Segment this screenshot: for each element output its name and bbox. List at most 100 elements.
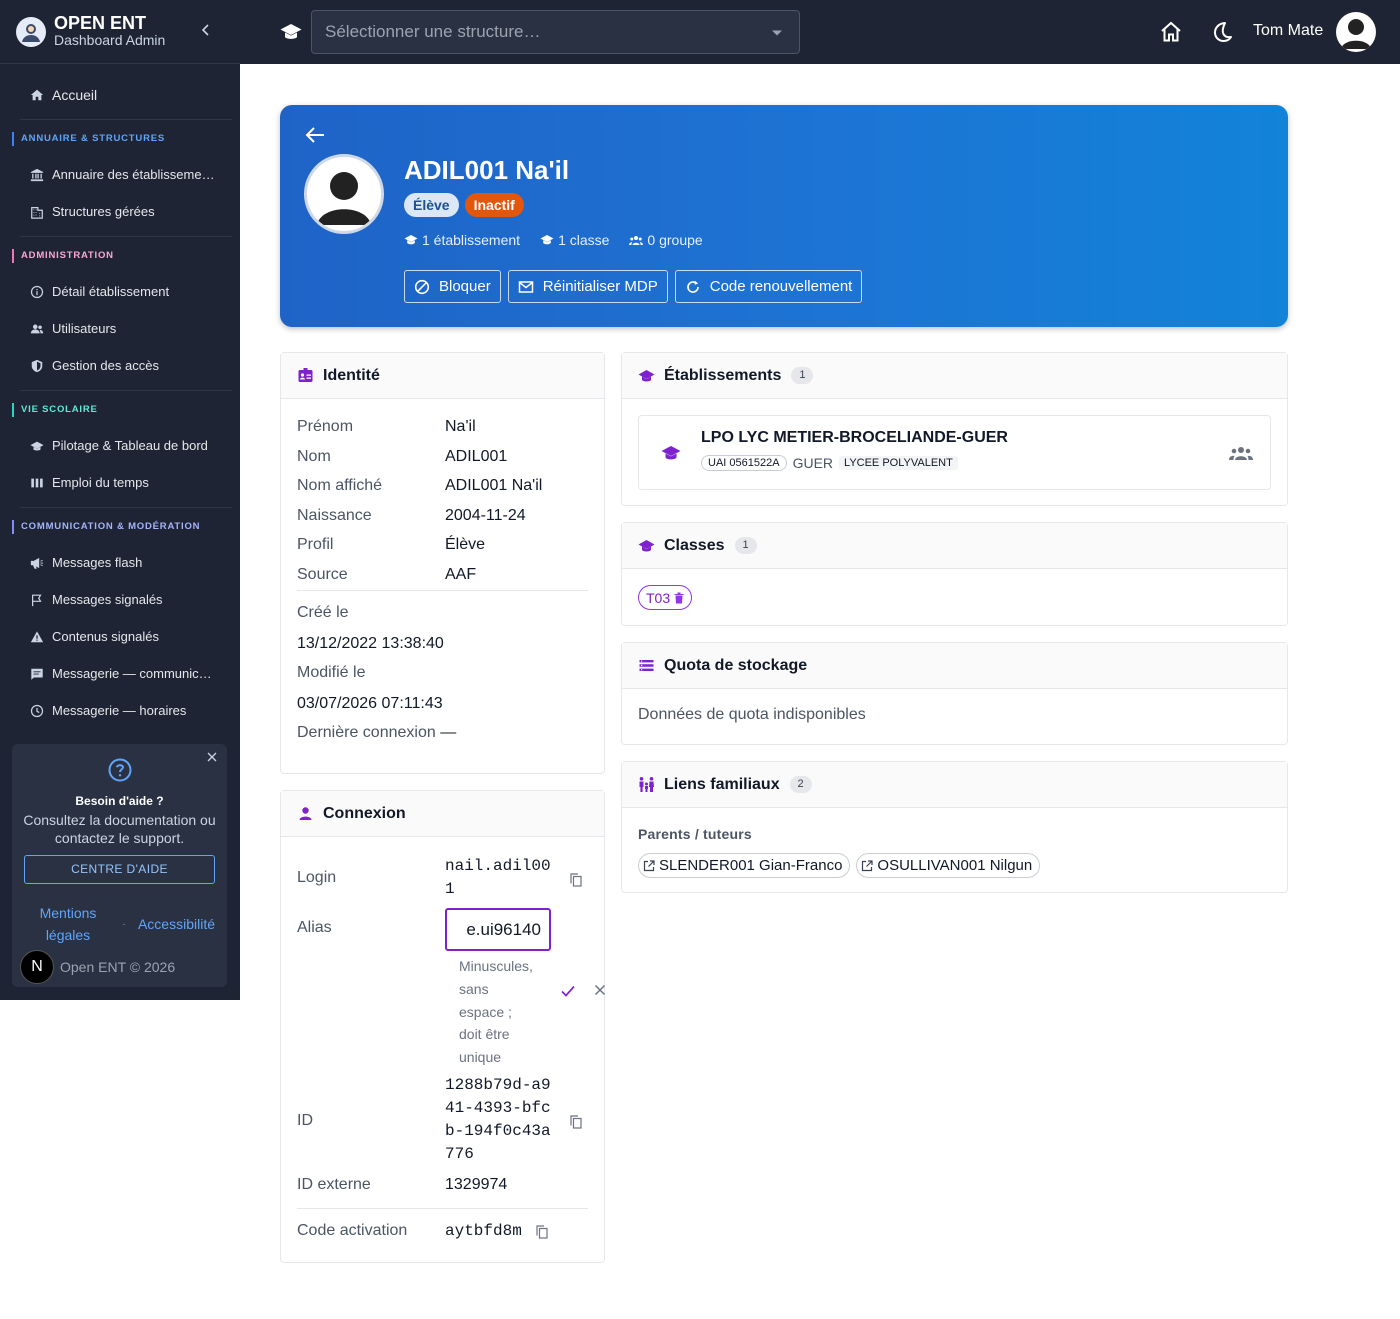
help-title: Besoin d'aide ?: [75, 794, 164, 808]
sidebar-item-messagerie-communication[interactable]: Messagerie — communication: [8, 655, 232, 692]
sidebar-item-label: Utilisateurs: [52, 321, 117, 336]
identity-row: Source AAF: [297, 566, 588, 590]
count-badge: 1: [734, 537, 757, 554]
divider: [20, 507, 232, 508]
parent-link[interactable]: OSULLIVAN001 Nilgun: [856, 853, 1041, 878]
refresh-icon: [686, 280, 699, 293]
status-badge: Inactif: [464, 193, 524, 217]
person-icon: [299, 807, 312, 820]
copy-icon[interactable]: [536, 1225, 548, 1239]
last-login-label: Dernière connexion: [297, 723, 436, 741]
help-center-button[interactable]: CENTRE D'AIDE: [24, 855, 215, 884]
sidebar-item-messagerie-horaires[interactable]: Messagerie — horaires: [8, 692, 232, 729]
sidebar-item-emploi-du-temps[interactable]: Emploi du temps: [8, 464, 232, 501]
sidebar-item-label: Messagerie — horaires: [52, 703, 187, 718]
sidebar-item-utilisateurs[interactable]: Utilisateurs: [8, 310, 232, 347]
sidebar-item-structures-gerees[interactable]: Structures gérées: [8, 193, 232, 230]
external-link-icon: [862, 859, 874, 871]
sidebar: OPEN ENT Dashboard Admin Accueil ANNUAIR…: [0, 0, 240, 1000]
avatar[interactable]: [1336, 12, 1376, 52]
quota-text: Données de quota indisponibles: [638, 706, 866, 723]
activation-code-label: Code activation: [297, 1222, 408, 1239]
renewal-code-button[interactable]: Code renouvellement: [674, 270, 863, 303]
sidebar-item-pilotage[interactable]: Pilotage & Tableau de bord: [8, 427, 232, 464]
identity-row: Nom ADIL001: [297, 448, 588, 478]
brand-title: OPEN ENT: [54, 13, 147, 33]
activation-code-value: aytbfd8m: [445, 1222, 522, 1240]
stat-label: 0 groupe: [647, 232, 703, 248]
sidebar-item-gestion-acces[interactable]: Gestion des accès: [8, 347, 232, 384]
sidebar-item-annuaire-etablissements[interactable]: Annuaire des établissements: [8, 156, 232, 193]
collapse-sidebar-icon[interactable]: [198, 20, 214, 40]
parent-link[interactable]: SLENDER001 Gian-Franco: [638, 853, 851, 878]
field-label: Prénom: [297, 418, 354, 435]
user-full-name: ADIL001 Na'il: [404, 155, 570, 185]
section-communication: COMMUNICATION & MODÉRATION: [12, 520, 232, 534]
moon-icon[interactable]: [1211, 20, 1233, 44]
chevron-down-icon: [772, 30, 782, 36]
chat-icon: [31, 668, 43, 680]
check-icon[interactable]: [560, 984, 576, 998]
alias-input-value: e.ui96140: [466, 920, 541, 939]
external-link-icon: [643, 859, 655, 871]
copy-icon[interactable]: [570, 1115, 582, 1129]
alias-input[interactable]: e.ui96140: [445, 908, 551, 951]
field-label: Nom affiché: [297, 477, 383, 494]
sidebar-item-label: Annuaire des établissements: [52, 167, 217, 182]
class-chip[interactable]: T03: [638, 585, 693, 610]
role-badge: Élève: [404, 193, 459, 217]
sidebar-item-contenus-signales[interactable]: Contenus signalés: [8, 618, 232, 655]
accessibility-link[interactable]: Accessibilité: [138, 916, 215, 932]
arrow-left-icon[interactable]: [305, 126, 325, 144]
graduation-cap-icon: [404, 235, 418, 245]
login-label: Login: [297, 869, 337, 886]
sidebar-item-messages-flash[interactable]: Messages flash: [8, 544, 232, 581]
graduation-cap-icon: [540, 235, 554, 245]
id-value: 1288b79d-a9 41-4393-bfc b-194f0c43a 776: [445, 1074, 551, 1166]
sidebar-item-messages-signales[interactable]: Messages signalés: [8, 581, 232, 618]
brand-subtitle: Dashboard Admin: [54, 32, 166, 48]
sidebar-item-label: Accueil: [52, 86, 98, 103]
identity-row: Prénom Na'il: [297, 418, 588, 448]
brand[interactable]: OPEN ENT Dashboard Admin: [0, 0, 240, 64]
users-icon: [30, 324, 44, 333]
card-header: Connexion: [281, 791, 604, 837]
button-label: Code renouvellement: [709, 278, 853, 295]
block-button[interactable]: Bloquer: [404, 270, 501, 303]
home-icon[interactable]: [1159, 20, 1183, 44]
uai-badge: UAI 0561522A: [701, 455, 787, 471]
sidebar-item-detail-etablissement[interactable]: Détail établissement: [8, 273, 232, 310]
id-line: b-194f0c43a: [445, 1122, 551, 1140]
structure-select[interactable]: Sélectionner une structure…: [311, 10, 800, 54]
copyright: Open ENT © 2026: [60, 959, 176, 975]
section-annuaire: ANNUAIRE & STRUCTURES: [12, 132, 232, 146]
close-icon[interactable]: [594, 984, 606, 996]
topbar: Sélectionner une structure… Tom Mate: [240, 0, 1400, 64]
parent-name: OSULLIVAN001 Nilgun: [877, 857, 1033, 874]
etablissement-city: GUER: [792, 455, 834, 471]
etablissement-item[interactable]: LPO LYC METIER-BROCELIANDE-GUER UAI 0561…: [638, 415, 1271, 490]
stat-groupes: 0 groupe: [629, 232, 703, 248]
reset-password-button[interactable]: Réinitialiser MDP: [507, 270, 668, 303]
user-name[interactable]: Tom Mate: [1253, 22, 1323, 40]
copy-icon[interactable]: [570, 873, 582, 887]
trash-icon[interactable]: [674, 592, 684, 604]
hint-line: unique: [459, 1049, 502, 1066]
sidebar-item-label: Pilotage & Tableau de bord: [52, 438, 208, 453]
button-label: Réinitialiser MDP: [542, 278, 658, 295]
group-icon[interactable]: [1229, 445, 1253, 461]
login-value: nail.adil00 1: [445, 855, 551, 901]
link-separator: ·: [122, 918, 126, 930]
next-badge[interactable]: N: [20, 950, 54, 984]
help-panel: Besoin d'aide ? Consultez la documentati…: [12, 744, 227, 987]
hint-line: sans: [459, 980, 489, 997]
legal-link[interactable]: Mentions légales: [26, 902, 110, 946]
external-id-value: 1329974: [445, 1176, 508, 1193]
help-text: Consultez la documentation ou contactez …: [23, 812, 216, 846]
connexion-card: Connexion Login nail.adil00 1 Alias e.ui…: [280, 790, 606, 1263]
sidebar-item-label: Détail établissement: [52, 284, 170, 299]
sidebar-item-accueil[interactable]: Accueil: [8, 76, 232, 113]
card-title: Classes: [664, 536, 725, 554]
classes-card: Classes 1 T03: [621, 522, 1288, 626]
close-icon[interactable]: [207, 752, 217, 762]
